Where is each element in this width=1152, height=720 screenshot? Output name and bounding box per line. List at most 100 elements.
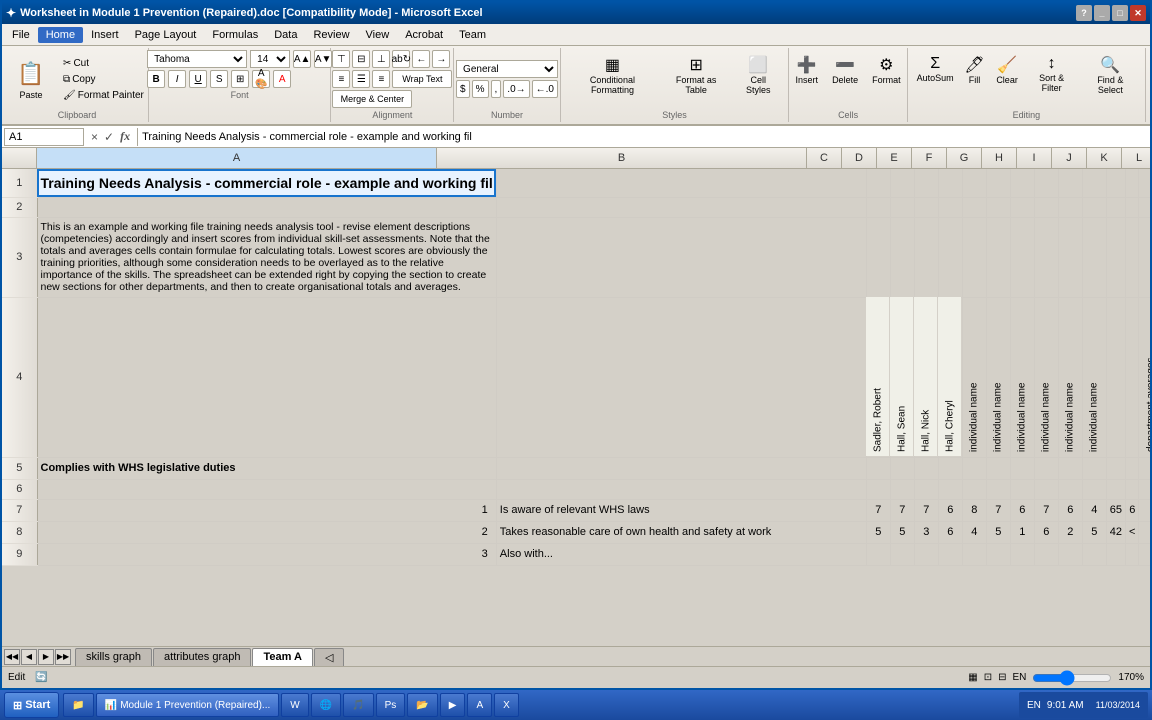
paste-button[interactable]: 📋 Paste [6, 52, 56, 106]
clear-button[interactable]: 🧹 Clear [993, 52, 1022, 106]
cell-C8[interactable]: 5 [866, 521, 890, 543]
cell-reference-box[interactable] [4, 128, 84, 146]
sheet-nav-last[interactable]: ▶▶ [55, 649, 71, 665]
merge-center-button[interactable]: Merge & Center [332, 90, 412, 108]
close-icon[interactable]: ✕ [1130, 5, 1146, 21]
cell-E7[interactable]: 7 [914, 499, 938, 521]
cell-L8[interactable]: 5 [1082, 521, 1106, 543]
format-button[interactable]: ⚙ Format [867, 52, 906, 106]
cell-J7[interactable]: 7 [1034, 499, 1058, 521]
cell-M1[interactable] [1106, 169, 1125, 197]
font-color-button[interactable]: A [273, 70, 291, 88]
cell-G5[interactable] [962, 457, 986, 479]
cell-O9[interactable] [1139, 543, 1150, 565]
sort-filter-button[interactable]: ↕ Sort & Filter [1026, 52, 1078, 106]
cell-A1[interactable]: Training Needs Analysis - commercial rol… [37, 169, 496, 197]
cell-K8[interactable]: 2 [1058, 521, 1082, 543]
cell-A7[interactable]: 1 [37, 499, 496, 521]
cell-N6[interactable] [1126, 479, 1139, 499]
col-header-F[interactable]: F [912, 148, 947, 168]
delete-button[interactable]: ➖ Delete [827, 52, 863, 106]
cell-L3[interactable] [1082, 217, 1106, 297]
cell-H4-indiv2[interactable]: individual name [986, 297, 1010, 457]
cell-K3[interactable] [1058, 217, 1082, 297]
cell-F3[interactable] [938, 217, 962, 297]
sheet-tab-team-a[interactable]: Team A [252, 648, 313, 666]
cell-C2[interactable] [866, 197, 890, 217]
cell-H1[interactable] [986, 169, 1010, 197]
cell-K7[interactable]: 6 [1058, 499, 1082, 521]
cell-H5[interactable] [986, 457, 1010, 479]
cell-M3[interactable] [1106, 217, 1125, 297]
cell-H7[interactable]: 7 [986, 499, 1010, 521]
cell-H8[interactable]: 5 [986, 521, 1010, 543]
cell-B9[interactable]: Also with... [496, 543, 866, 565]
cell-F7[interactable]: 6 [938, 499, 962, 521]
cell-I9[interactable] [1010, 543, 1034, 565]
cell-B1[interactable] [496, 169, 866, 197]
sheet-nav-first[interactable]: ◀◀ [4, 649, 20, 665]
font-grow-button[interactable]: A▲ [293, 50, 311, 68]
sheet-tab-skills-graph[interactable]: skills graph [75, 648, 152, 666]
col-header-G[interactable]: G [947, 148, 982, 168]
decimal-decrease-button[interactable]: ←.0 [532, 80, 558, 98]
cell-C6[interactable] [866, 479, 890, 499]
cell-H9[interactable] [986, 543, 1010, 565]
cell-C1[interactable] [866, 169, 890, 197]
cell-J8[interactable]: 6 [1034, 521, 1058, 543]
taskbar-word-icon[interactable]: W [281, 693, 308, 717]
cell-G7[interactable]: 8 [962, 499, 986, 521]
comma-button[interactable]: , [491, 80, 502, 98]
menu-formulas[interactable]: Formulas [204, 27, 266, 43]
wrap-text-button[interactable]: Wrap Text [392, 70, 452, 88]
cell-D6[interactable] [890, 479, 914, 499]
cell-A5[interactable]: Complies with WHS legislative duties [37, 457, 496, 479]
copy-button[interactable]: ⧉ Copy [59, 72, 148, 87]
cell-D5[interactable] [890, 457, 914, 479]
sheet-tab-attributes-graph[interactable]: attributes graph [153, 648, 251, 666]
cell-L9[interactable] [1082, 543, 1106, 565]
zoom-slider[interactable] [1032, 670, 1112, 686]
cell-M8[interactable]: 42 [1106, 521, 1125, 543]
find-select-button[interactable]: 🔍 Find & Select [1082, 52, 1139, 106]
col-header-C[interactable]: C [807, 148, 842, 168]
cell-D4-hall-sean[interactable]: Hall, Sean [890, 297, 914, 457]
minimize-icon[interactable]: _ [1094, 5, 1110, 21]
taskbar-app-icon-folder[interactable]: 📁 [63, 693, 93, 717]
cell-M6[interactable] [1106, 479, 1125, 499]
cell-I7[interactable]: 6 [1010, 499, 1034, 521]
cell-J4-indiv4[interactable]: individual name [1034, 297, 1058, 457]
cell-E1[interactable] [914, 169, 938, 197]
cell-H6[interactable] [986, 479, 1010, 499]
taskbar-file-icon[interactable]: 📂 [407, 693, 437, 717]
cell-K2[interactable] [1058, 197, 1082, 217]
cut-button[interactable]: ✂ Cut [59, 56, 148, 71]
row-number[interactable]: 6 [2, 479, 37, 499]
row-number[interactable]: 8 [2, 521, 37, 543]
cell-K9[interactable] [1058, 543, 1082, 565]
cell-E9[interactable] [914, 543, 938, 565]
cell-G8[interactable]: 4 [962, 521, 986, 543]
taskbar-photoshop-icon[interactable]: Ps [376, 693, 406, 717]
strikethrough-button[interactable]: S [210, 70, 228, 88]
formula-input[interactable] [142, 128, 1148, 146]
decimal-increase-button[interactable]: .0→ [503, 80, 529, 98]
fill-button[interactable]: 🖊 Fill [961, 52, 989, 106]
cell-A6[interactable] [37, 479, 496, 499]
align-top-button[interactable]: ⊤ [332, 50, 350, 68]
cell-K1[interactable] [1058, 169, 1082, 197]
cell-M2[interactable] [1106, 197, 1125, 217]
cell-B3[interactable] [496, 217, 866, 297]
menu-review[interactable]: Review [305, 27, 357, 43]
taskbar-excel2-icon[interactable]: X [494, 693, 519, 717]
cell-B6[interactable] [496, 479, 866, 499]
menu-insert[interactable]: Insert [83, 27, 127, 43]
menu-pagelayout[interactable]: Page Layout [127, 27, 205, 43]
col-header-H[interactable]: H [982, 148, 1017, 168]
cell-E6[interactable] [914, 479, 938, 499]
cell-F6[interactable] [938, 479, 962, 499]
cell-M4-empty[interactable] [1106, 297, 1125, 457]
menu-team[interactable]: Team [451, 27, 494, 43]
cell-G3[interactable] [962, 217, 986, 297]
cell-A2[interactable] [37, 197, 496, 217]
